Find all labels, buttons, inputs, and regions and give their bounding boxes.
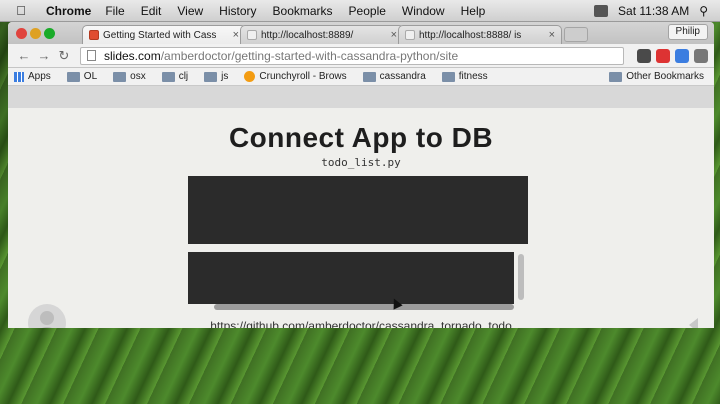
tab-label: Getting Started with Cass — [103, 29, 217, 41]
bookmarks-bar: Apps OL osx clj js Crunchyroll - Brows c… — [8, 68, 714, 86]
extension-icon[interactable] — [637, 48, 651, 63]
chrome-menu-icon[interactable] — [694, 48, 708, 63]
menubar-clock[interactable]: Sat 11:38 AM — [618, 4, 689, 18]
bookmark-folder[interactable]: OL — [66, 71, 97, 82]
slides-favicon-icon — [89, 30, 99, 40]
menu-edit[interactable]: Edit — [141, 4, 162, 18]
browser-window: Getting Started with Cass × http://local… — [8, 22, 714, 328]
app-menu[interactable]: Chrome — [46, 4, 91, 18]
code-block-query[interactable] — [188, 252, 514, 304]
menu-view[interactable]: View — [177, 4, 203, 18]
new-tab-button[interactable] — [564, 27, 588, 42]
bookmark-folder[interactable]: osx — [113, 71, 146, 82]
bookmark-folder[interactable]: fitness — [441, 71, 488, 82]
browser-toolbar: ← → ↻ slides.com /amberdoctor/getting-st… — [8, 44, 714, 68]
slide-nav-arrow-icon[interactable] — [689, 318, 698, 328]
window-zoom-button[interactable] — [44, 28, 55, 39]
reload-icon[interactable]: ↻ — [54, 47, 74, 65]
forward-arrow-icon[interactable]: → — [34, 47, 54, 65]
menu-bookmarks[interactable]: Bookmarks — [273, 4, 333, 18]
extension-icon[interactable] — [656, 48, 670, 63]
tab-label: http://localhost:8888/ is — [419, 29, 522, 41]
apps-grid-icon — [14, 71, 24, 82]
bookmark-folder[interactable]: cassandra — [362, 71, 426, 82]
profile-button[interactable]: Philip — [667, 24, 708, 40]
url-host: slides.com — [104, 48, 161, 63]
url-path: /amberdoctor/getting-started-with-cassan… — [160, 48, 459, 63]
tab-localhost-8889[interactable]: http://localhost:8889/ × — [240, 25, 404, 44]
menu-file[interactable]: File — [105, 4, 124, 18]
tab-strip: Getting Started with Cass × http://local… — [8, 22, 714, 44]
tab-close-icon[interactable]: × — [233, 29, 239, 41]
bookmark-folder[interactable]: clj — [161, 71, 188, 82]
window-close-button[interactable] — [16, 28, 27, 39]
tab-slides[interactable]: Getting Started with Cass × — [82, 25, 246, 44]
page-favicon-icon — [405, 30, 415, 40]
folder-icon — [66, 71, 80, 82]
menu-window[interactable]: Window — [402, 4, 445, 18]
other-bookmarks[interactable]: Other Bookmarks — [609, 71, 704, 82]
folder-icon — [441, 71, 455, 82]
folder-icon — [161, 71, 175, 82]
address-bar[interactable]: slides.com /amberdoctor/getting-started-… — [80, 46, 624, 65]
status-menu-icon[interactable] — [594, 4, 609, 17]
code-horizontal-scrollbar[interactable] — [214, 304, 514, 310]
folder-icon — [204, 71, 218, 82]
menu-help[interactable]: Help — [461, 4, 486, 18]
tab-close-icon[interactable]: × — [549, 29, 555, 41]
code-vertical-scrollbar[interactable] — [518, 254, 524, 300]
bookmark-folder[interactable]: js — [204, 71, 228, 82]
tab-localhost-8888[interactable]: http://localhost:8888/ is × — [398, 25, 562, 44]
window-minimize-button[interactable] — [30, 28, 41, 39]
tab-close-icon[interactable]: × — [391, 29, 397, 41]
tab-label: http://localhost:8889/ — [261, 29, 354, 41]
crunchyroll-icon — [244, 71, 256, 82]
code-block-connect — [188, 176, 528, 244]
page-info-icon[interactable] — [87, 50, 96, 61]
back-arrow-icon[interactable]: ← — [14, 47, 34, 65]
page-favicon-icon — [247, 30, 257, 40]
mac-menu-bar:  Chrome File Edit View History Bookmark… — [0, 0, 720, 22]
slide-title: Connect App to DB — [228, 122, 494, 153]
folder-icon — [609, 71, 623, 82]
github-link[interactable]: https://github.com/amberdoctor/cassandra… — [8, 319, 714, 328]
extension-icon[interactable] — [675, 48, 689, 63]
apple-menu-icon[interactable]:  — [8, 3, 34, 18]
menu-history[interactable]: History — [219, 4, 256, 18]
folder-icon — [362, 71, 376, 82]
folder-icon — [113, 71, 127, 82]
bookmark-crunchyroll[interactable]: Crunchyroll - Brows — [244, 71, 347, 82]
menu-people[interactable]: People — [349, 4, 386, 18]
bookmark-apps[interactable]: Apps — [14, 71, 51, 82]
slide-subtitle: todo_list.py — [321, 156, 401, 169]
slide-viewport: Connect App to DB todo_list.py https://g… — [8, 108, 714, 328]
spotlight-icon[interactable]: ⚲ — [699, 4, 708, 18]
